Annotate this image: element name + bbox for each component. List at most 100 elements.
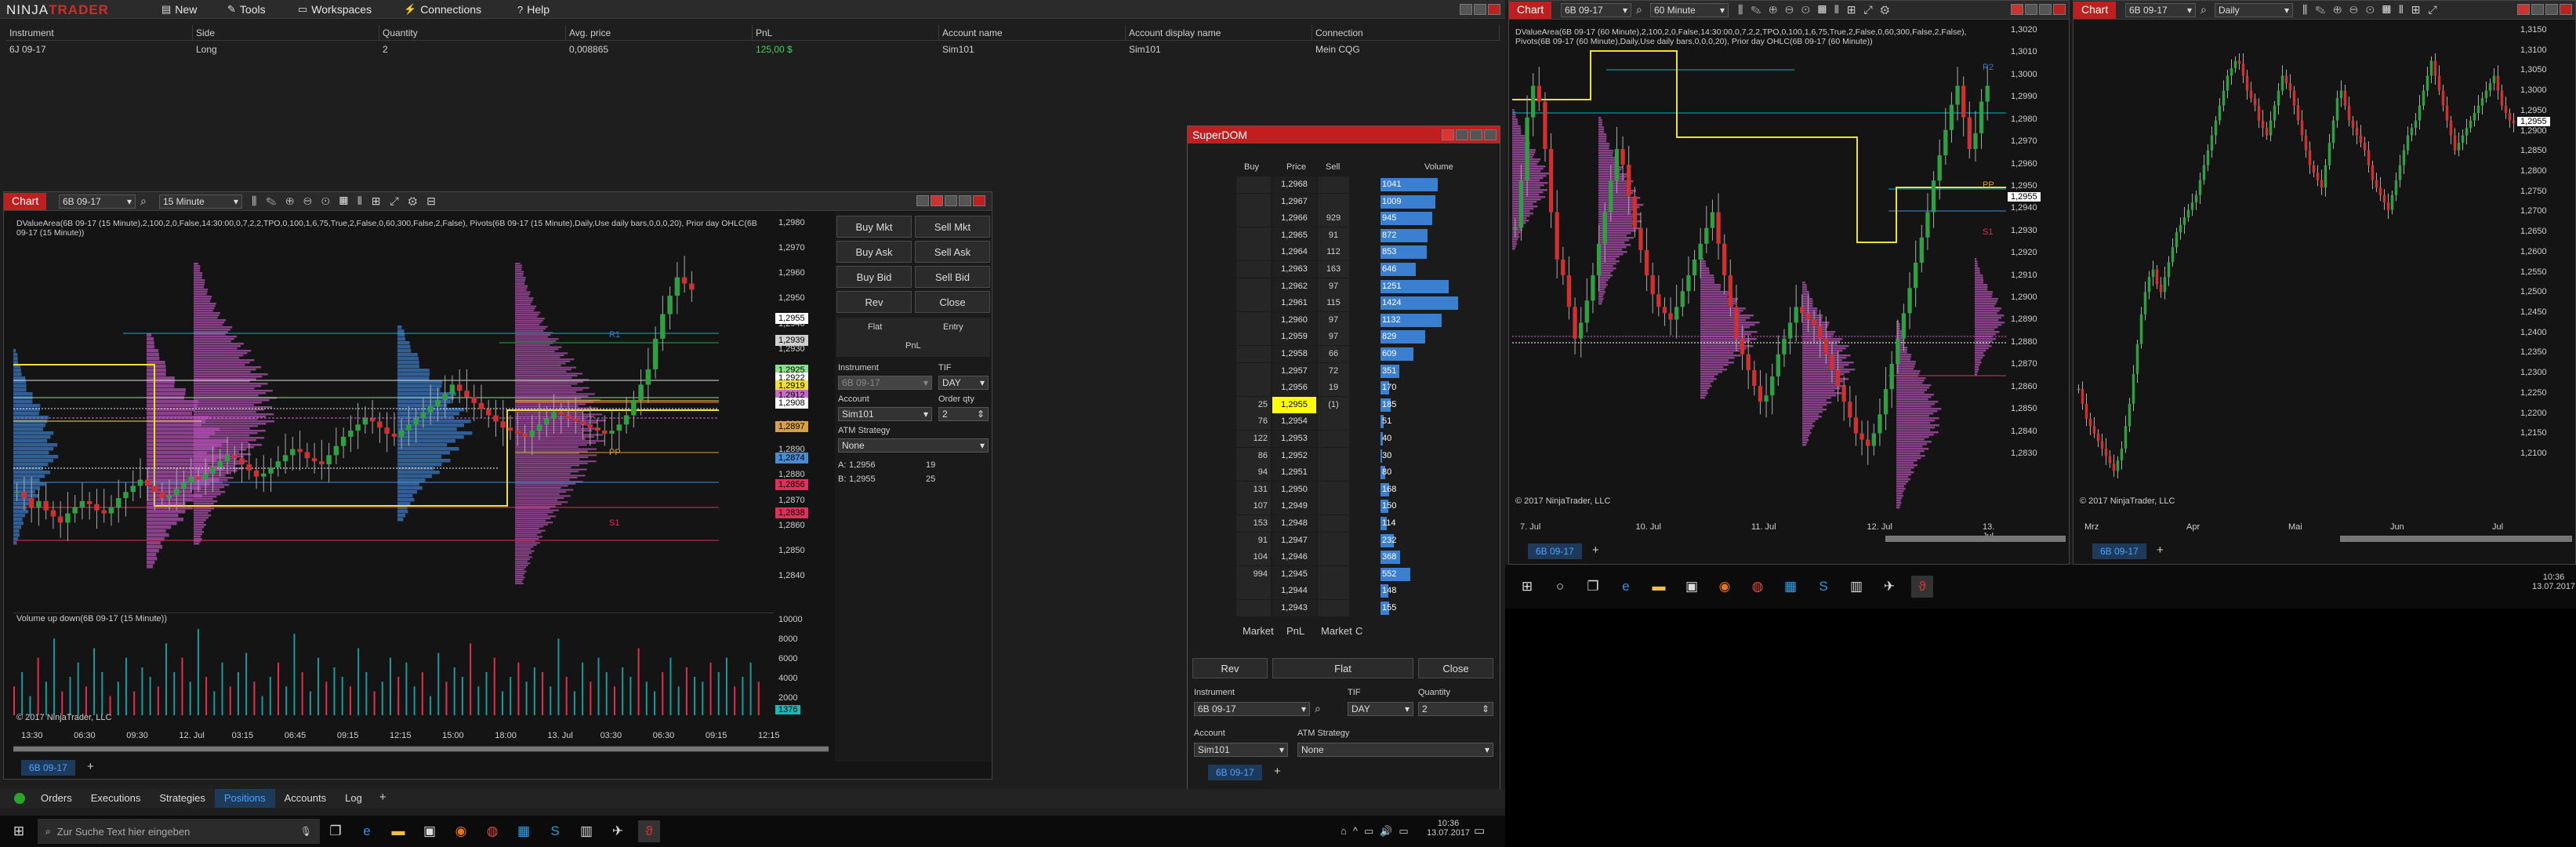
app-bird-icon[interactable]: ✈ xyxy=(1878,576,1900,598)
firefox-icon[interactable]: ◉ xyxy=(1714,576,1736,598)
ninjatrader-icon[interactable]: ϑ xyxy=(1911,576,1933,598)
dom-close-button[interactable]: Close xyxy=(1418,658,1493,678)
windows-start-icon[interactable]: ⊞ xyxy=(1516,576,1538,598)
skype-icon[interactable]: S xyxy=(1812,576,1834,598)
search-icon[interactable]: ⌕ xyxy=(2200,3,2207,16)
chart3-price-axis[interactable]: 1,3150 1,3100 1,3050 1,3000 1,2950 1,2900 1,28… xyxy=(2517,23,2575,509)
chart3-price-panel[interactable] xyxy=(2077,23,2516,509)
app-icon[interactable]: ▦ xyxy=(513,820,535,842)
sell-ask-button[interactable]: Sell Ask xyxy=(915,241,990,263)
minimize-button[interactable] xyxy=(1460,4,1472,15)
notifications-icon[interactable]: ▭ xyxy=(1474,823,1485,838)
close-window-button[interactable] xyxy=(1488,4,1500,15)
cell-side[interactable]: Long xyxy=(193,42,220,56)
chart2-close-button[interactable] xyxy=(2053,4,2066,15)
menu-tools[interactable]: ✎ Tools xyxy=(227,2,266,16)
cell-pnl[interactable]: 125,00 $ xyxy=(753,42,796,56)
buy-market-button[interactable]: Buy Mkt xyxy=(836,216,912,238)
chart1-interval-select[interactable]: 15 Minute ▾ xyxy=(159,194,242,209)
dom-ladder[interactable]: 1,2968 1041 1,2967 1009 1,2966 929 945 1,2965 91… xyxy=(1236,176,1493,617)
chart1-color-button[interactable] xyxy=(931,195,943,206)
superdom-maximize-button[interactable] xyxy=(1470,129,1482,140)
system-tray-icons[interactable]: ⌂^▭🔊▭ xyxy=(1341,825,1415,838)
atm-strategy-select[interactable]: None ▾ xyxy=(838,438,989,453)
cell-quantity[interactable]: 2 xyxy=(379,42,391,56)
bottom-tab-positions[interactable]: Positions xyxy=(214,789,275,808)
add-tab-icon[interactable]: + xyxy=(87,760,94,773)
buy-ask-button[interactable]: Buy Ask xyxy=(836,241,912,263)
chart3-minimize-button[interactable] xyxy=(2531,4,2544,15)
app-icon[interactable]: ▦ xyxy=(1780,576,1801,598)
calculator-icon[interactable]: ▥ xyxy=(575,820,597,842)
chart3-interval-select[interactable]: Daily ▾ xyxy=(2215,3,2293,17)
chart2-link-button[interactable] xyxy=(2011,4,2023,15)
chart2-minimize-button[interactable] xyxy=(2025,4,2037,15)
chart1-scrollbar[interactable] xyxy=(13,746,829,752)
chart1-price-axis[interactable]: 1,29801,29701,29601,29501,29401,29301,29… xyxy=(775,216,838,584)
chart3-scrollbar[interactable] xyxy=(2340,536,2572,542)
superdom-close-button[interactable] xyxy=(1484,129,1497,140)
chart3-instrument-tab[interactable]: 6B 09-17 xyxy=(2092,543,2146,559)
dom-instrument-select[interactable]: 6B 09-17 ▾ xyxy=(1194,702,1310,716)
chart3-instrument-select[interactable]: 6B 09-17 ▾ xyxy=(2125,3,2196,17)
store-icon[interactable]: ▣ xyxy=(1681,576,1703,598)
order-qty-stepper[interactable]: 2 ⇕ xyxy=(938,407,989,421)
menu-new[interactable]: ▤ New xyxy=(161,2,197,16)
chart1-link-button[interactable] xyxy=(916,195,929,206)
chart1-minimize-button[interactable] xyxy=(945,195,957,206)
second-taskbar-clock[interactable]: 10:36 13.07.2017 xyxy=(2532,573,2575,591)
col-quantity[interactable]: Quantity xyxy=(379,25,566,41)
chart2-instrument-tab[interactable]: 6B 09-17 xyxy=(1528,543,1582,559)
menu-workspaces[interactable]: ▭ Workspaces xyxy=(298,2,372,16)
app-bird-icon[interactable]: ✈ xyxy=(607,820,629,842)
edge-icon[interactable]: e xyxy=(1615,576,1637,598)
chart2-interval-select[interactable]: 60 Minute ▾ xyxy=(1650,3,1729,17)
store-icon[interactable]: ▣ xyxy=(419,820,441,842)
taskbar-clock[interactable]: 10:36 13.07.2017 xyxy=(1427,819,1470,838)
search-icon[interactable]: ⌕ xyxy=(140,194,147,208)
chart2-maximize-button[interactable] xyxy=(2039,4,2052,15)
chart1-time-axis[interactable]: 13:30 06:30 09:30 12. Jul 03:15 06:45 09:15 12:… xyxy=(13,730,782,744)
sell-bid-button[interactable]: Sell Bid xyxy=(915,266,990,288)
cell-instrument[interactable]: 6J 09-17 xyxy=(6,42,49,56)
col-instrument[interactable]: Instrument xyxy=(6,25,193,41)
cortana-icon[interactable]: ○ xyxy=(1549,576,1571,598)
cell-account-display-name[interactable]: Sim101 xyxy=(1126,42,1164,56)
col-avg-price[interactable]: Avg. price xyxy=(566,25,753,41)
windows-start-icon[interactable]: ⊞ xyxy=(8,820,30,842)
dom-atm-select[interactable]: None ▾ xyxy=(1297,743,1493,757)
firefox-icon[interactable]: ◉ xyxy=(450,820,472,842)
drawing-tools-icons[interactable]: ⫼✎⊕⊖⊙▦⫴⊞⤢⚙ xyxy=(1738,3,1897,16)
close-position-button[interactable]: Close xyxy=(915,291,990,313)
menu-help[interactable]: ? Help xyxy=(517,2,550,16)
chart2-scrollbar[interactable] xyxy=(1885,536,2066,542)
edge-icon[interactable]: e xyxy=(356,820,378,842)
dom-tif-select[interactable]: DAY ▾ xyxy=(1348,702,1413,716)
chrome-icon[interactable]: ◍ xyxy=(481,820,503,842)
search-icon[interactable]: ⌕ xyxy=(1636,3,1642,16)
add-tab-icon[interactable]: + xyxy=(372,789,394,808)
taskbar-search-box[interactable]: ⌕ Zur Suche Text hier eingeben 🎙 xyxy=(38,819,320,844)
chart2-price-panel[interactable]: R2 PP S1 xyxy=(1512,23,2006,509)
bottom-tab-orders[interactable]: Orders xyxy=(31,789,82,808)
sell-market-button[interactable]: Sell Mkt xyxy=(915,216,990,238)
calculator-icon[interactable]: ▥ xyxy=(1845,576,1867,598)
task-view-icon[interactable]: ❐ xyxy=(325,820,346,842)
chart1-instrument-select[interactable]: 6B 09-17 ▾ xyxy=(59,194,136,209)
instrument-select[interactable]: 6B 09-17 ▾ xyxy=(838,376,932,390)
chart2-time-axis[interactable]: 7. Jul10. Jul11. Jul12. Jul13. Jul xyxy=(1512,522,2006,541)
account-select[interactable]: Sim101 ▾ xyxy=(838,407,932,421)
ninjatrader-icon[interactable]: ϑ xyxy=(638,820,660,842)
chart2-price-axis[interactable]: 1,3020 1,3010 1,3000 1,2990 1,2980 1,2970 1,29… xyxy=(2008,23,2069,509)
bottom-tab-executions[interactable]: Executions xyxy=(82,789,151,808)
menu-connections[interactable]: ⚡ Connections xyxy=(404,2,481,16)
file-explorer-icon[interactable]: ▬ xyxy=(1648,576,1670,598)
chrome-icon[interactable]: ◍ xyxy=(1747,576,1769,598)
add-tab-icon[interactable]: + xyxy=(1592,543,1599,557)
chart1-price-panel[interactable]: R1 PP S1 xyxy=(13,216,774,584)
superdom-link-button[interactable] xyxy=(1442,129,1454,140)
drawing-tools-icons[interactable]: ⫼✎⊕⊖⊙▦⫴⊞⤢ xyxy=(2302,3,2445,16)
chart1-instrument-tab[interactable]: 6B 09-17 xyxy=(21,760,75,776)
dom-account-select[interactable]: Sim101 ▾ xyxy=(1194,743,1288,757)
dom-reverse-button[interactable]: Rev xyxy=(1192,658,1268,678)
